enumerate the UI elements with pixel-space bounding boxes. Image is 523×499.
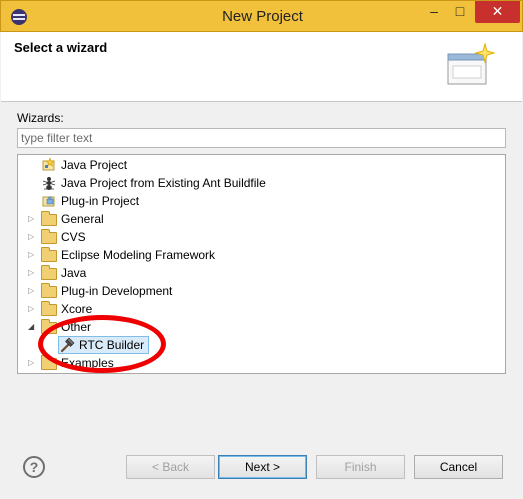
tree-item-label: Java Project from Existing Ant Buildfile [61,176,266,190]
java-project-icon [42,157,55,171]
tree-item-label: Java [61,266,87,280]
chevron-right-icon[interactable]: ▷ [28,304,36,314]
folder-icon [41,355,57,370]
plugin-project-icon [42,196,55,207]
tree-item-java[interactable]: ▷ Java [28,264,86,282]
tree-item-label: Other [61,320,92,334]
folder-icon [41,319,57,334]
chevron-down-icon[interactable]: ◢ [28,322,36,332]
close-button[interactable]: ✕ [475,1,520,23]
tree-item-label: Plug-in Development [61,284,173,298]
tree-item-xcore[interactable]: ▷ Xcore [28,300,92,318]
folder-icon [41,211,57,226]
tree-item-java-project[interactable]: Java Project [41,156,127,174]
tree-item-other[interactable]: ◢ Other [28,318,91,336]
minimize-button[interactable]: – [423,1,445,23]
chevron-right-icon[interactable]: ▷ [28,268,36,278]
tree-item-plugin-development[interactable]: ▷ Plug-in Development [28,282,172,300]
next-button[interactable]: Next > [218,455,307,479]
folder-icon [41,247,57,262]
chevron-right-icon[interactable]: ▷ [28,250,36,260]
folder-icon [41,265,57,280]
cancel-button[interactable]: Cancel [414,455,503,479]
folder-icon [41,229,57,244]
tree-item-label: RTC Builder [79,338,145,352]
tree-item-label: CVS [61,230,86,244]
tree-item-label: General [61,212,104,226]
chevron-right-icon[interactable]: ▷ [28,214,36,224]
back-button[interactable]: < Back [126,455,215,479]
title-bar: New Project – □ ✕ [0,0,523,32]
wizard-header: Select a wizard [1,32,522,102]
tree-item-general[interactable]: ▷ General [28,210,104,228]
tree-item-label: Examples [61,356,114,370]
chevron-right-icon[interactable]: ▷ [28,358,36,368]
maximize-button[interactable]: □ [449,1,471,23]
tree-item-cvs[interactable]: ▷ CVS [28,228,86,246]
page-title: Select a wizard [14,40,108,55]
tree-item-label: Eclipse Modeling Framework [61,248,216,262]
wizard-tree[interactable]: Java Project Java Project from Existing … [17,154,506,374]
help-icon[interactable]: ? [23,456,45,478]
tree-item-emf[interactable]: ▷ Eclipse Modeling Framework [28,246,215,264]
tree-item-label: Java Project [61,158,128,172]
ant-icon [42,177,56,190]
chevron-right-icon[interactable]: ▷ [28,232,36,242]
tree-item-label: Plug-in Project [61,194,140,208]
tree-item-label: Xcore [61,302,93,316]
wizard-banner-icon [447,42,495,85]
hammer-icon [60,337,75,353]
tree-item-examples[interactable]: ▷ Examples [28,354,114,372]
filter-input[interactable] [17,128,506,148]
folder-icon [41,283,57,298]
tree-item-ant-project[interactable]: Java Project from Existing Ant Buildfile [41,174,266,192]
tree-item-rtc-builder[interactable]: RTC Builder [58,336,150,354]
finish-button[interactable]: Finish [316,455,405,479]
wizards-label: Wizards: [17,111,64,125]
tree-item-plugin-project[interactable]: Plug-in Project [41,192,139,210]
chevron-right-icon[interactable]: ▷ [28,286,36,296]
folder-icon [41,301,57,316]
